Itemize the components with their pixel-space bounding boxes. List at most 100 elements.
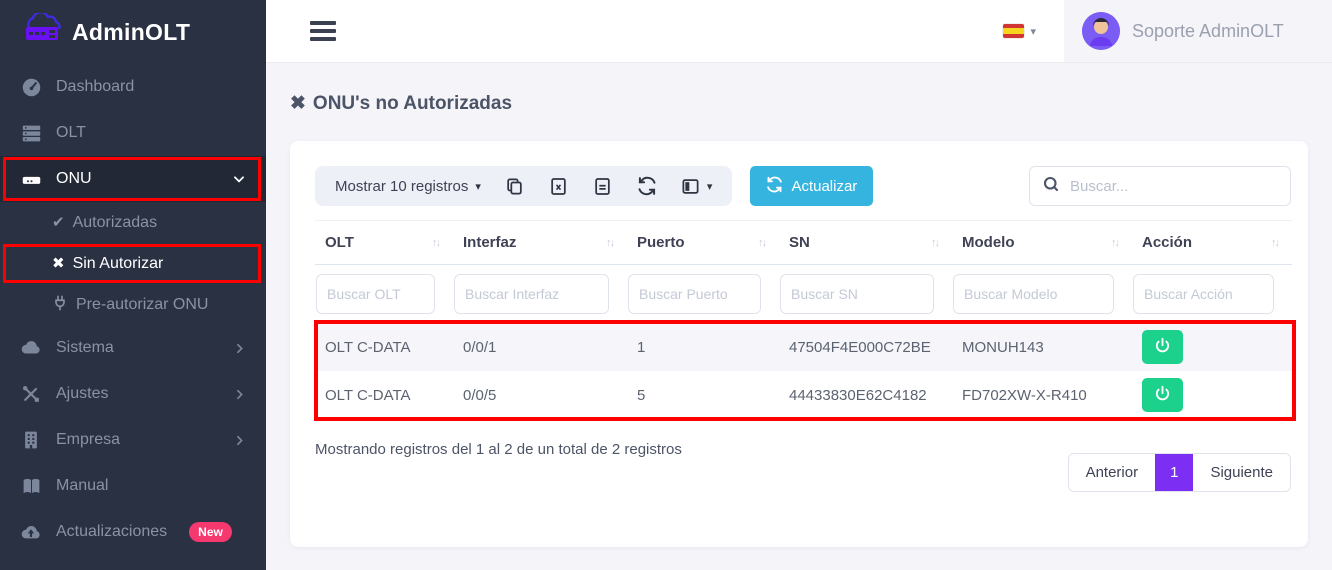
table-card: Mostrar 10 registros ▾	[290, 141, 1308, 547]
sort-icon[interactable]: ↑↓	[606, 237, 613, 249]
table-row[interactable]: OLT C-DATA 0/0/5 5 44433830E62C4182 FD70…	[315, 371, 1292, 419]
cell-puerto: 1	[627, 339, 779, 356]
refresh-icon	[766, 176, 783, 197]
sidebar-item-actualizaciones[interactable]: Actualizaciones New	[0, 509, 266, 555]
topbar: ▾ Soporte AdminOLT	[266, 0, 1332, 62]
sidebar-item-ajustes[interactable]: Ajustes	[0, 371, 266, 417]
cloud-switch-logo-icon	[20, 13, 64, 52]
sort-icon[interactable]: ↑↓	[432, 237, 439, 249]
cell-sn: 44433830E62C4182	[779, 387, 952, 404]
cell-sn: 47504F4E000C72BE	[779, 339, 952, 356]
sidebar-item-label: Sin Autorizar	[73, 255, 164, 273]
cell-puerto: 5	[627, 387, 779, 404]
sidebar-item-label: Autorizadas	[73, 214, 158, 232]
x-icon: ✖	[52, 256, 65, 271]
filter-puerto-input[interactable]	[628, 274, 761, 314]
filter-interfaz-input[interactable]	[454, 274, 609, 314]
server-stack-icon	[20, 122, 42, 144]
sidebar-item-label: Actualizaciones	[56, 523, 167, 541]
user-avatar	[1082, 12, 1120, 50]
columns-icon	[681, 176, 701, 196]
filter-sn-input[interactable]	[780, 274, 934, 314]
sidebar-item-dashboard[interactable]: Dashboard	[0, 64, 266, 110]
sidebar-item-label: Dashboard	[56, 78, 134, 96]
sidebar-item-label: ONU	[56, 170, 92, 188]
sidebar-item-empresa[interactable]: Empresa	[0, 417, 266, 463]
table-row[interactable]: OLT C-DATA 0/0/1 1 47504F4E000C72BE MONU…	[315, 323, 1292, 371]
sidebar: AdminOLT Dashboard OLT ONU	[0, 0, 266, 570]
sidebar-item-olt[interactable]: OLT	[0, 110, 266, 156]
authorize-power-button[interactable]	[1142, 378, 1183, 412]
page-content: ✖ ONU's no Autorizadas Mostrar 10 regist…	[266, 62, 1332, 570]
plug-icon	[52, 295, 68, 314]
sidebar-item-autorizadas[interactable]: ✔ Autorizadas	[0, 202, 266, 243]
column-header-puerto[interactable]: Puerto↑↓	[627, 234, 779, 251]
filter-olt-input[interactable]	[316, 274, 435, 314]
column-header-sn[interactable]: SN↑↓	[779, 234, 952, 251]
current-page-button[interactable]: 1	[1155, 454, 1193, 491]
new-badge: New	[189, 522, 232, 542]
app-window: AdminOLT Dashboard OLT ONU	[0, 0, 1332, 570]
sidebar-item-pre-autorizar[interactable]: Pre-autorizar ONU	[0, 284, 266, 325]
column-header-interfaz[interactable]: Interfaz↑↓	[453, 234, 627, 251]
caret-down-icon: ▾	[707, 180, 713, 193]
app-logo[interactable]: AdminOLT	[0, 0, 266, 64]
export-excel-icon[interactable]	[549, 176, 569, 196]
tools-icon	[20, 383, 42, 405]
user-menu[interactable]: Soporte AdminOLT	[1064, 0, 1332, 62]
app-title: AdminOLT	[72, 19, 190, 46]
cell-interfaz: 0/0/1	[453, 339, 627, 356]
check-icon: ✔	[52, 215, 65, 230]
language-selector[interactable]: ▾	[1003, 24, 1036, 38]
sidebar-item-onu[interactable]: ONU	[0, 156, 266, 202]
sort-icon[interactable]: ↑↓	[1111, 237, 1118, 249]
sidebar-item-manual[interactable]: Manual	[0, 463, 266, 509]
sidebar-item-label: Pre-autorizar ONU	[76, 296, 208, 314]
previous-page-button[interactable]: Anterior	[1069, 454, 1156, 491]
actualizar-button[interactable]: Actualizar	[750, 166, 873, 206]
cloud-icon	[20, 337, 42, 359]
spain-flag-icon	[1003, 24, 1024, 38]
power-icon	[1154, 385, 1171, 405]
chevron-right-icon	[233, 434, 246, 447]
data-table: OLT↑↓ Interfaz↑↓ Puerto↑↓ SN↑↓ Modelo↑↓ …	[315, 220, 1292, 419]
sidebar-item-label: Empresa	[56, 431, 120, 449]
export-file-icon[interactable]	[593, 176, 613, 196]
cell-modelo: FD702XW-X-R410	[952, 387, 1132, 404]
sort-icon[interactable]: ↑↓	[1271, 237, 1278, 249]
toolbar-group: Mostrar 10 registros ▾	[315, 166, 732, 206]
filter-accion-input[interactable]	[1133, 274, 1274, 314]
sort-icon[interactable]: ↑↓	[931, 237, 938, 249]
hamburger-menu-icon[interactable]	[310, 21, 336, 41]
reload-icon[interactable]	[637, 176, 657, 196]
table-filter-row	[315, 265, 1292, 323]
next-page-button[interactable]: Siguiente	[1193, 454, 1290, 491]
show-entries-dropdown[interactable]: Mostrar 10 registros ▾	[335, 178, 481, 195]
cell-modelo: MONUH143	[952, 339, 1132, 356]
column-visibility-dropdown[interactable]: ▾	[681, 176, 713, 196]
sidebar-item-label: Sistema	[56, 339, 114, 357]
filter-modelo-input[interactable]	[953, 274, 1114, 314]
user-name: Soporte AdminOLT	[1132, 21, 1284, 42]
chevron-right-icon	[233, 388, 246, 401]
column-header-accion[interactable]: Acción↑↓	[1132, 234, 1292, 251]
sidebar-item-label: Manual	[56, 477, 108, 495]
pagination: Anterior 1 Siguiente	[1068, 453, 1291, 492]
column-header-modelo[interactable]: Modelo↑↓	[952, 234, 1132, 251]
table-header-row: OLT↑↓ Interfaz↑↓ Puerto↑↓ SN↑↓ Modelo↑↓ …	[315, 220, 1292, 265]
search-input[interactable]	[1070, 178, 1278, 195]
copy-icon[interactable]	[505, 176, 525, 196]
cell-olt: OLT C-DATA	[315, 339, 453, 356]
building-icon	[20, 429, 42, 451]
sort-icon[interactable]: ↑↓	[758, 237, 765, 249]
sidebar-item-sistema[interactable]: Sistema	[0, 325, 266, 371]
cell-olt: OLT C-DATA	[315, 387, 453, 404]
speedometer-icon	[20, 76, 42, 98]
authorize-power-button[interactable]	[1142, 330, 1183, 364]
search-box	[1029, 166, 1291, 206]
search-icon	[1042, 175, 1060, 198]
table-toolbar: Mostrar 10 registros ▾	[315, 166, 1293, 206]
sidebar-item-sin-autorizar[interactable]: ✖ Sin Autorizar	[0, 243, 266, 284]
table-footer: Mostrando registros del 1 al 2 de un tot…	[315, 441, 1293, 492]
column-header-olt[interactable]: OLT↑↓	[315, 234, 453, 251]
